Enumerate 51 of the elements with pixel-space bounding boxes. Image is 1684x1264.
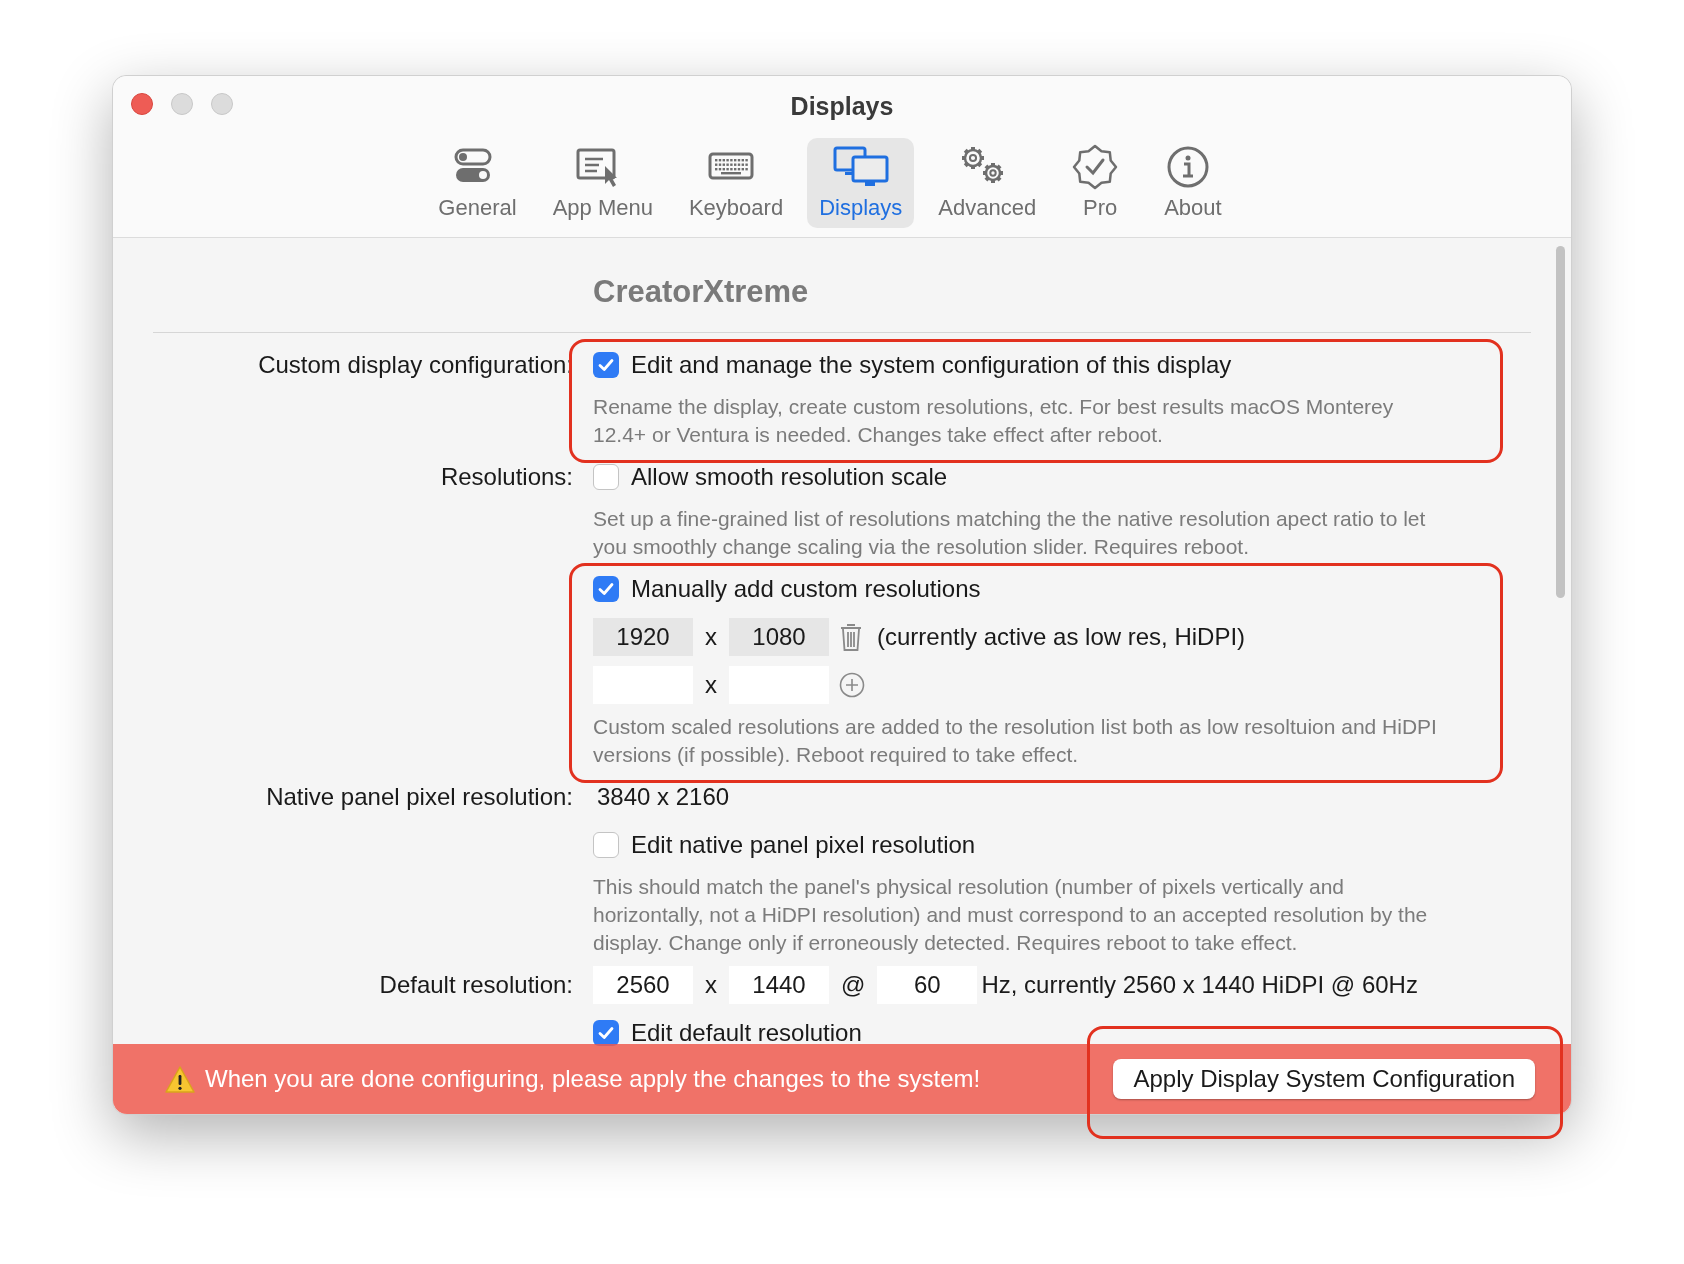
height-field[interactable]: 1080 — [729, 618, 829, 656]
setting-label: Default resolution: — [378, 970, 573, 1000]
checkmark-icon — [597, 356, 615, 374]
status-text: (currently active as low res, HiDPI) — [877, 622, 1246, 652]
checkbox[interactable] — [593, 1020, 619, 1046]
checkbox[interactable] — [593, 464, 619, 490]
toolbar-tab[interactable]: About — [1152, 137, 1234, 228]
checkbox-label: Edit and manage the system configuration of this display — [631, 350, 1232, 380]
setting-label: Resolutions: — [439, 462, 573, 492]
warning-icon — [165, 1065, 195, 1093]
minimize-window-button[interactable] — [171, 93, 193, 115]
resolution-value: 3840 x 2160 — [597, 782, 730, 812]
toolbar-tab[interactable]: Pro — [1060, 137, 1141, 228]
height-field[interactable]: 1440 — [729, 966, 829, 1004]
width-field[interactable]: 1920 — [593, 618, 693, 656]
toolbar-tab[interactable]: Advanced — [926, 137, 1049, 228]
description-text: Custom scaled resolutions are added to the resolution list both as low resoltuion and HiDPI versions (if possible). Reboot required to take effect. — [593, 714, 1438, 768]
display-name: CreatorXtreme — [593, 274, 809, 309]
checkbox-label: Manually add custom resolutions — [631, 574, 981, 604]
trash-icon[interactable] — [839, 622, 863, 652]
times-sign: x — [705, 670, 717, 700]
description-text: Rename the display, create custom resolutions, etc. For best results macOS Monterey 12.4+ or Ventura is needed. Changes take effect after reboot. — [593, 394, 1395, 448]
checkbox-label: Allow smooth resolution scale — [631, 462, 948, 492]
refresh-rate-field[interactable]: 60 — [877, 966, 978, 1004]
checkbox-label: Edit default resolution — [631, 1018, 862, 1048]
checkmark-icon — [597, 1024, 615, 1042]
warning-message: When you are done configuring, please apply the changes to the system! — [205, 1064, 981, 1094]
checkmark-icon — [597, 580, 615, 598]
scrollbar-thumb[interactable] — [1556, 246, 1565, 598]
times-sign: x — [705, 970, 717, 1000]
checkbox-label: Edit native panel pixel resolution — [631, 830, 976, 860]
toolbar-tab[interactable]: Displays — [807, 137, 915, 228]
times-sign: x — [705, 622, 717, 652]
description-text: Set up a fine-grained list of resolutions matching the the native resolution apect ratio to let you smoothly change scaling via the resolution slider. Requires reboot. — [593, 506, 1427, 560]
window-title: Displays — [790, 91, 894, 122]
checkbox[interactable] — [593, 576, 619, 602]
toolbar-tab[interactable]: App Menu — [540, 137, 665, 228]
width-field[interactable]: 2560 — [593, 966, 693, 1004]
add-icon[interactable] — [839, 672, 865, 698]
at-sign: @ — [841, 970, 866, 1000]
toolbar-tab[interactable]: Keyboard — [676, 137, 796, 228]
checkbox[interactable] — [593, 352, 619, 378]
zoom-window-button[interactable] — [211, 93, 233, 115]
apply-configuration-button[interactable]: Apply Display System Configuration — [1113, 1059, 1535, 1099]
toolbar-tab[interactable]: General — [426, 137, 529, 228]
description-text: This should match the panel's physical resolution (number of pixels vertically and horizontally, not a HiDPI resolution) and must correspond to an accepted resolution by the display. Change only if erroneously detected. Requires reboot to take effect. — [593, 874, 1429, 956]
close-window-button[interactable] — [131, 93, 153, 115]
setting-label: Custom display configuration: — [257, 350, 573, 380]
checkbox[interactable] — [593, 832, 619, 858]
setting-label: Native panel pixel resolution: — [265, 782, 573, 812]
status-text: Hz, currently 2560 x 1440 HiDPI @ 60Hz — [981, 970, 1418, 1000]
